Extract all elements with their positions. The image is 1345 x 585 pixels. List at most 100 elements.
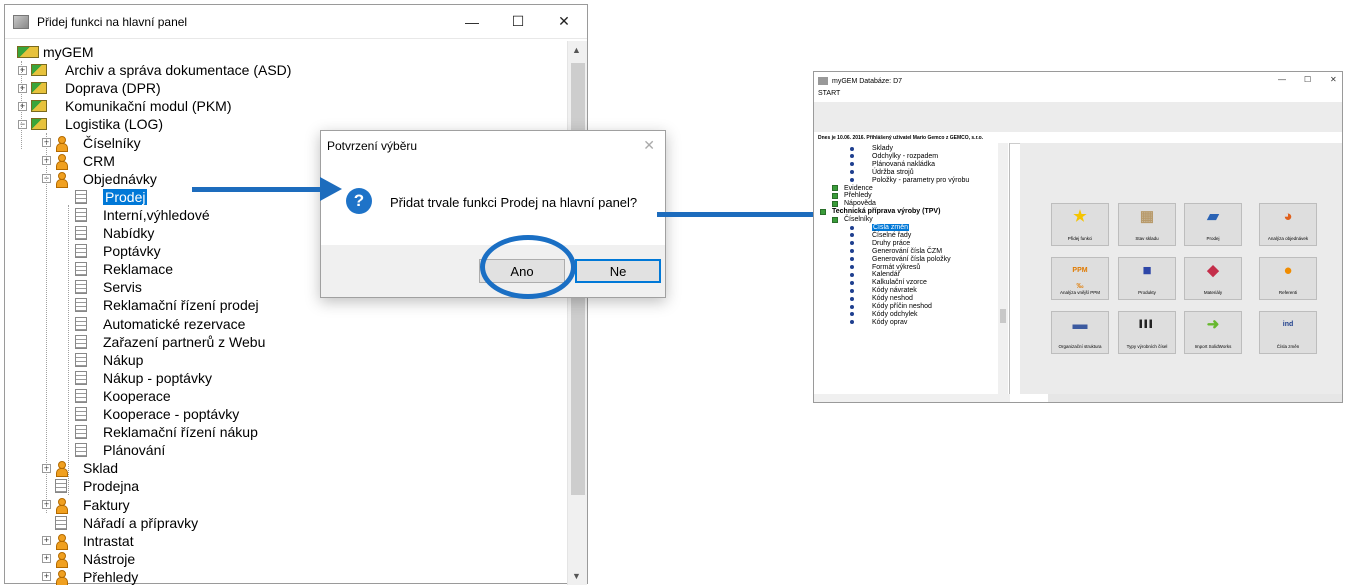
mygem-tree-item[interactable]: Kódy oprav — [850, 318, 907, 327]
tree-scrollbar[interactable]: ▲ ▼ — [567, 41, 587, 585]
function-tile[interactable]: ▌▌▌ Typy výrobních čísel — [1118, 311, 1176, 354]
tree-folder[interactable]: + Přehledy — [42, 568, 138, 585]
tree-item-label: Zařazení partnerů z Webu — [103, 333, 266, 350]
tree-item-label: Reklamace — [103, 261, 174, 278]
function-tile[interactable]: ● Referenti — [1259, 257, 1317, 300]
tree-root[interactable]: myGEM — [17, 43, 94, 61]
tree-folder[interactable]: − Objednávky — [42, 170, 157, 188]
mygem-maximize-button[interactable]: ☐ — [1304, 75, 1311, 84]
mygem-tree-label: Položky - parametry pro výrobu — [872, 176, 970, 184]
mygem-minimize-button[interactable]: — — [1278, 75, 1286, 84]
expand-icon[interactable]: + — [18, 65, 27, 75]
question-icon: ? — [346, 188, 372, 214]
tree-item-label: Nářadí a přípravky — [83, 514, 199, 531]
bullet-icon — [850, 241, 854, 246]
tree-module[interactable]: − Logistika (LOG) — [18, 115, 163, 133]
tile-label: Organizační struktura — [1058, 344, 1102, 349]
mygem-tree-scrollbar[interactable] — [998, 143, 1008, 394]
tree-leaf-function[interactable]: Kooperace - poptávky — [75, 405, 239, 423]
dialog-message: Přidat trvale funkci Prodej na hlavní pa… — [390, 195, 638, 210]
tree-folder[interactable]: + Číselníky — [42, 134, 141, 152]
tree-leaf-function[interactable]: Nákup — [75, 351, 143, 369]
minimize-button[interactable]: — — [449, 5, 495, 39]
tree-item-label: Nástroje — [83, 550, 136, 567]
bullet-icon — [850, 312, 854, 317]
mygem-scroll-thumb[interactable] — [1000, 309, 1006, 323]
tree-module[interactable]: + Komunikační modul (PKM) — [18, 97, 232, 115]
expand-icon[interactable]: + — [42, 572, 51, 582]
user-group-icon — [55, 533, 68, 550]
tree-item-label: Komunikační modul (PKM) — [65, 98, 232, 115]
tree-folder[interactable]: + Faktury — [42, 496, 130, 514]
maximize-button[interactable]: ☐ — [495, 5, 541, 39]
document-icon — [75, 352, 87, 367]
tile-label: Čísla změn — [1276, 344, 1300, 349]
function-tile[interactable]: PPM ‰ Analýza vnější PPM — [1051, 257, 1109, 300]
tree-item-label: Archiv a správa dokumentace (ASD) — [65, 62, 292, 79]
tree-leaf-function[interactable]: Reklamace — [75, 260, 173, 278]
document-icon — [75, 298, 87, 313]
tree-leaf-function[interactable]: Interní,výhledové — [75, 206, 210, 224]
tree-folder[interactable]: + Sklad — [42, 459, 118, 478]
function-tile[interactable]: ▬ Organizační struktura — [1051, 311, 1109, 354]
tile-label: Stav skladu — [1135, 236, 1159, 241]
tile-label: Materiály — [1203, 290, 1223, 295]
bullet-icon — [850, 296, 854, 301]
dialog-close-icon[interactable]: ✕ — [643, 137, 655, 154]
window-title: Přidej funkci na hlavní panel — [37, 14, 188, 29]
tree-item-label: Logistika (LOG) — [65, 116, 164, 133]
tree-item-label: Prodej — [101, 187, 149, 206]
tree-folder[interactable]: + CRM — [42, 152, 115, 170]
tree-module[interactable]: + Doprava (DPR) — [18, 79, 161, 97]
folder-icon — [832, 216, 838, 223]
document-icon — [75, 425, 87, 440]
tree-folder[interactable]: + Nástroje — [42, 550, 135, 568]
document-icon — [75, 207, 87, 222]
tree-leaf-function[interactable]: Plánování — [75, 441, 165, 459]
tree-leaf-function[interactable]: Reklamační řízení nákup — [75, 423, 258, 441]
tree-module[interactable]: + Archiv a správa dokumentace (ASD) — [18, 61, 291, 79]
expand-icon[interactable]: + — [18, 83, 27, 93]
tree-leaf-function[interactable]: Servis — [75, 278, 142, 296]
function-tile[interactable]: ★ Přidej funkci — [1051, 203, 1109, 246]
function-tile[interactable]: ▰ Prodej — [1184, 203, 1242, 246]
tree-leaf-function[interactable]: Nabídky — [75, 224, 154, 242]
function-tile[interactable]: ind Čísla změn — [1259, 311, 1317, 354]
scroll-up-icon[interactable]: ▲ — [572, 45, 581, 55]
tree-item-label: Reklamační řízení nákup — [103, 424, 258, 441]
tree-leaf-function[interactable]: Automatické rezervace — [75, 315, 245, 333]
tree-folder[interactable]: + Intrastat — [42, 532, 134, 550]
mygem-tree: Sklady Odchylky - rozpadem Plánovaná naklá… — [814, 143, 1010, 394]
menu-start[interactable]: START — [814, 90, 1342, 102]
mygem-titlebar: myGEM Databáze: D7 — ☐ ✕ — [814, 72, 1342, 90]
tree-leaf-function[interactable]: Reklamační řízení prodej — [75, 296, 259, 314]
bullet-icon — [850, 225, 854, 230]
tree-leaf-function[interactable]: Kooperace — [75, 387, 171, 405]
document-icon — [75, 334, 87, 349]
expand-icon[interactable]: + — [42, 536, 51, 546]
function-tile[interactable]: ◕ Analýza objednávek — [1259, 203, 1317, 246]
function-tile[interactable]: ▦ Stav skladu — [1118, 203, 1176, 246]
function-tile[interactable]: ■ Produkty — [1118, 257, 1176, 300]
expand-icon[interactable]: + — [42, 554, 51, 564]
tree-leaf-function[interactable]: Prodej — [75, 187, 149, 206]
function-tile[interactable]: ➜ Import SolidWorks — [1184, 311, 1242, 354]
mygem-hscroll[interactable] — [814, 394, 1010, 402]
close-button[interactable]: ✕ — [541, 5, 587, 39]
tree-leaf-function[interactable]: Poptávky — [75, 242, 161, 260]
tree-folder[interactable]: Nářadí a přípravky — [55, 514, 198, 532]
tile-icon: ➜ — [1206, 316, 1220, 333]
bullet-icon — [850, 162, 854, 167]
tree-leaf-function[interactable]: Zařazení partnerů z Webu — [75, 333, 265, 351]
no-button[interactable]: Ne — [575, 259, 661, 283]
expand-icon[interactable]: + — [18, 101, 27, 111]
module-icon — [31, 100, 47, 113]
tile-icon: ■ — [1142, 262, 1152, 279]
function-tree: myGEM + Archiv a správa dokumentace (ASD) +… — [5, 41, 567, 585]
tile-icon: PPM ‰ — [1072, 267, 1088, 290]
function-tile[interactable]: ◆ Materiály — [1184, 257, 1242, 300]
tree-leaf-function[interactable]: Nákup - poptávky — [75, 369, 212, 387]
tree-item-label: Doprava (DPR) — [65, 80, 161, 97]
mygem-close-button[interactable]: ✕ — [1330, 75, 1337, 84]
collapse-icon[interactable]: − — [18, 119, 27, 129]
